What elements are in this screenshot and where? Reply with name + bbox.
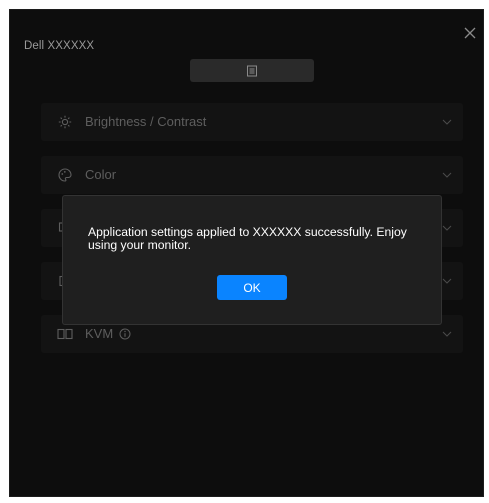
section-label-brightness-contrast: Brightness / Contrast [85, 114, 207, 129]
chevron-down-icon[interactable] [441, 222, 453, 234]
app-window: Dell XXXXXX Brightness / Contrast Color … [9, 9, 484, 497]
chevron-down-icon[interactable] [441, 275, 453, 287]
section-brightness-contrast[interactable]: Brightness / Contrast [41, 103, 463, 141]
window-title: Dell XXXXXX [24, 40, 95, 52]
kvm-icon [57, 326, 73, 342]
color-palette-icon [57, 167, 73, 183]
success-dialog: Application settings applied to XXXXXX s… [62, 195, 442, 325]
brightness-icon [57, 114, 73, 130]
ok-button[interactable]: OK [217, 275, 287, 300]
dialog-message: Application settings applied to XXXXXX s… [88, 225, 407, 252]
close-icon[interactable] [463, 26, 477, 40]
chevron-down-icon[interactable] [441, 169, 453, 181]
section-label-kvm: KVM [85, 326, 114, 341]
section-color[interactable]: Color [41, 156, 463, 194]
menu-button[interactable] [190, 59, 314, 82]
info-icon[interactable] [119, 328, 131, 340]
menu-list-icon [247, 65, 257, 76]
chevron-down-icon[interactable] [441, 328, 453, 340]
chevron-down-icon[interactable] [441, 116, 453, 128]
section-label-color: Color [85, 167, 117, 182]
